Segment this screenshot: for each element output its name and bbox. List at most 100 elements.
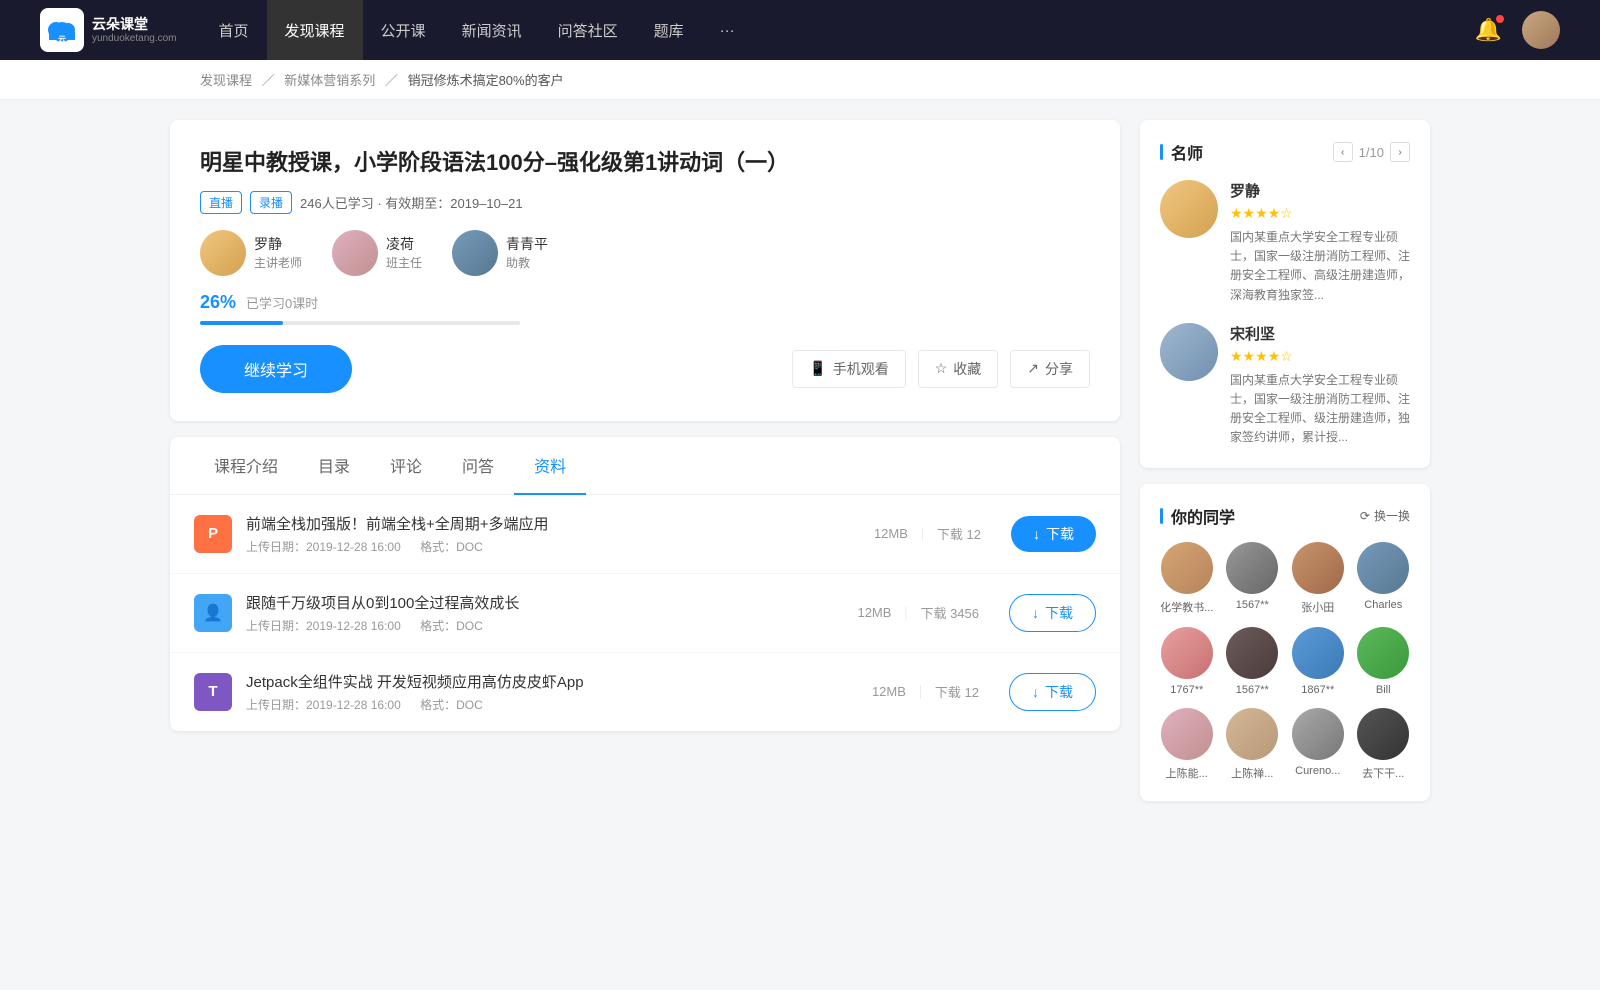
notification-dot: [1496, 15, 1504, 23]
classmate-avatar-10[interactable]: [1292, 708, 1344, 760]
classmate-avatar-4[interactable]: [1161, 627, 1213, 679]
classmate-name-4: 1767**: [1170, 684, 1203, 696]
materials-list: P 前端全栈加强版！前端全栈+全周期+多端应用 上传日期：2019-12-28 …: [170, 495, 1120, 731]
breadcrumb-series[interactable]: 新媒体营销系列: [284, 73, 375, 88]
teacher-role-1: 班主任: [386, 254, 422, 271]
refresh-btn[interactable]: ⟳ 换一换: [1360, 507, 1410, 524]
classmate-name-7: Bill: [1376, 684, 1391, 696]
sep-2: ｜: [914, 682, 927, 701]
nav-right: 🔔: [1475, 11, 1560, 49]
material-size-2: 12MB: [872, 684, 906, 699]
user-avatar[interactable]: [1522, 11, 1560, 49]
classmate-name-2: 张小田: [1301, 599, 1334, 615]
classmates-grid: 化学教书... 1567** 张小田 Charles 1767**: [1160, 542, 1410, 781]
material-stats-1: 12MB ｜ 下载 3456: [857, 603, 979, 622]
nav-item-public[interactable]: 公开课: [363, 0, 444, 60]
collect-btn[interactable]: ☆ 收藏: [918, 350, 999, 388]
material-date-0: 上传日期：2019-12-28 16:00: [246, 540, 401, 554]
material-info-1: 跟随千万级项目从0到100全过程高效成长 上传日期：2019-12-28 16:…: [246, 592, 843, 634]
navbar: 云 云朵课堂 yunduoketang.com 首页 发现课程 公开课 新闻资讯…: [0, 0, 1600, 60]
classmate-avatar-7[interactable]: [1357, 627, 1409, 679]
download-btn-0[interactable]: ↓ 下载: [1011, 516, 1096, 552]
sidebar-teacher-name-0: 罗静: [1230, 180, 1410, 201]
classmate-avatar-5[interactable]: [1226, 627, 1278, 679]
mobile-icon: 📱: [809, 360, 826, 377]
next-page-btn[interactable]: ›: [1390, 142, 1410, 162]
classmate-name-6: 1867**: [1301, 684, 1334, 696]
teacher-name-0: 罗静: [254, 234, 302, 254]
nav-item-home[interactable]: 首页: [201, 0, 267, 60]
classmate-11: 去下干...: [1357, 708, 1411, 781]
classmate-avatar-1[interactable]: [1226, 542, 1278, 594]
sidebar-teacher-name-1: 宋利坚: [1230, 323, 1410, 344]
classmate-avatar-9[interactable]: [1226, 708, 1278, 760]
classmates-header: 你的同学 ⟳ 换一换: [1160, 504, 1410, 528]
tab-review[interactable]: 评论: [370, 437, 442, 495]
progress-percent: 26%: [200, 292, 236, 313]
progress-bar-fill: [200, 321, 283, 325]
material-size-1: 12MB: [857, 605, 891, 620]
main-content: 明星中教授课，小学阶段语法100分–强化级第1讲动词（一） 直播 录播 246人…: [170, 120, 1120, 801]
logo-area[interactable]: 云 云朵课堂 yunduoketang.com: [40, 8, 177, 52]
nav-item-qa[interactable]: 问答社区: [540, 0, 636, 60]
classmate-6: 1867**: [1291, 627, 1345, 696]
tab-catalog[interactable]: 目录: [298, 437, 370, 495]
breadcrumb-sep2: ／: [385, 73, 398, 88]
material-dl-0: 下载 12: [937, 524, 981, 543]
sidebar-teacher-desc-1: 国内某重点大学安全工程专业硕士，国家一级注册消防工程师、注册安全工程师、级注册建…: [1230, 371, 1410, 448]
download-icon-1: ↓: [1032, 605, 1039, 621]
bell-button[interactable]: 🔔: [1475, 17, 1502, 43]
page-nav: ‹ 1/10 ›: [1333, 142, 1410, 162]
classmate-8: 上陈能...: [1160, 708, 1214, 781]
nav-item-more[interactable]: ···: [702, 0, 753, 60]
tab-intro[interactable]: 课程介绍: [194, 437, 298, 495]
download-btn-1[interactable]: ↓ 下载: [1009, 594, 1096, 632]
teachers-card-header: 名师 ‹ 1/10 ›: [1160, 140, 1410, 164]
continue-button[interactable]: 继续学习: [200, 345, 352, 393]
share-btn[interactable]: ↗ 分享: [1010, 350, 1090, 388]
classmate-avatar-11[interactable]: [1357, 708, 1409, 760]
material-format-2: 格式：DOC: [420, 698, 483, 712]
logo-sub-text: yunduoketang.com: [92, 33, 177, 44]
refresh-label: 换一换: [1374, 507, 1410, 524]
download-icon-2: ↓: [1032, 684, 1039, 700]
badge-record: 录播: [250, 191, 292, 214]
tab-materials[interactable]: 资料: [514, 437, 586, 495]
material-format-0: 格式：DOC: [420, 540, 483, 554]
page-indicator: 1/10: [1359, 145, 1384, 160]
material-meta-2: 上传日期：2019-12-28 16:00 格式：DOC: [246, 696, 858, 713]
logo-icon: 云: [40, 8, 84, 52]
classmate-avatar-3[interactable]: [1357, 542, 1409, 594]
classmate-avatar-8[interactable]: [1161, 708, 1213, 760]
classmate-9: 上陈禅...: [1226, 708, 1280, 781]
nav-items: 首页 发现课程 公开课 新闻资讯 问答社区 题库 ···: [201, 0, 753, 60]
logo-text-area: 云朵课堂 yunduoketang.com: [92, 16, 177, 44]
classmate-avatar-2[interactable]: [1292, 542, 1344, 594]
classmates-card: 你的同学 ⟳ 换一换 化学教书... 1567** 张小田: [1140, 484, 1430, 801]
progress-study-text: 已学习0课时: [246, 293, 318, 312]
prev-page-btn[interactable]: ‹: [1333, 142, 1353, 162]
progress-bar-bg: [200, 321, 520, 325]
classmate-name-8: 上陈能...: [1166, 765, 1208, 781]
material-name-0: 前端全栈加强版！前端全栈+全周期+多端应用: [246, 513, 860, 534]
classmate-avatar-6[interactable]: [1292, 627, 1344, 679]
classmate-avatar-0[interactable]: [1161, 542, 1213, 594]
teachers-card: 名师 ‹ 1/10 › 罗静 ★★★★☆ 国内某重点大学安全工程专业硕士，国家一…: [1140, 120, 1430, 468]
nav-item-bank[interactable]: 题库: [636, 0, 702, 60]
nav-item-discover[interactable]: 发现课程: [267, 0, 363, 60]
action-row: 继续学习 📱 手机观看 ☆ 收藏 ↗ 分享: [200, 345, 1090, 393]
breadcrumb-discover[interactable]: 发现课程: [200, 73, 252, 88]
tab-qa[interactable]: 问答: [442, 437, 514, 495]
classmate-name-5: 1567**: [1236, 684, 1269, 696]
nav-item-news[interactable]: 新闻资讯: [444, 0, 540, 60]
collect-label: 收藏: [953, 359, 981, 379]
mobile-watch-btn[interactable]: 📱 手机观看: [792, 350, 905, 388]
teacher-avatar-2: [452, 230, 498, 276]
course-meta: 246人已学习 · 有效期至：2019–10–21: [300, 193, 523, 212]
classmate-2: 张小田: [1291, 542, 1345, 615]
progress-section: 26% 已学习0课时: [200, 292, 1090, 325]
download-btn-2[interactable]: ↓ 下载: [1009, 673, 1096, 711]
sidebar-teacher-desc-0: 国内某重点大学安全工程专业硕士，国家一级注册消防工程师、注册安全工程师、高级注册…: [1230, 228, 1410, 305]
material-meta-1: 上传日期：2019-12-28 16:00 格式：DOC: [246, 617, 843, 634]
course-badges-row: 直播 录播 246人已学习 · 有效期至：2019–10–21: [200, 191, 1090, 214]
